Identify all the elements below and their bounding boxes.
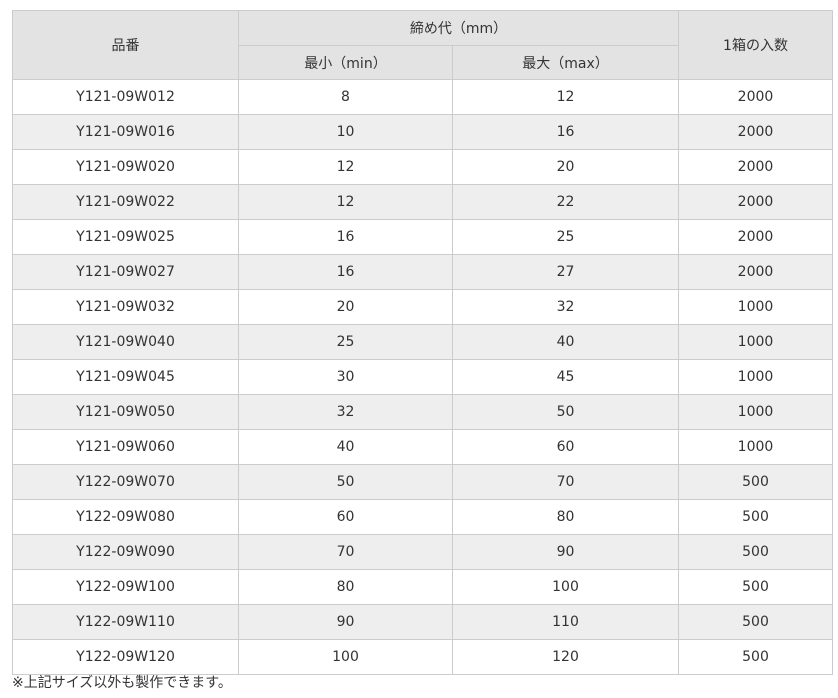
cell-min: 40 [238, 429, 453, 465]
cell-qty: 1000 [678, 359, 833, 395]
table-row: Y122-09W090 70 90 500 [12, 534, 833, 570]
cell-part-no: Y121-09W025 [12, 219, 239, 255]
cell-qty: 500 [678, 499, 833, 535]
table-row: Y121-09W022 12 22 2000 [12, 184, 833, 220]
table-row: Y121-09W040 25 40 1000 [12, 324, 833, 360]
cell-part-no: Y122-09W110 [12, 604, 239, 640]
table-row: Y122-09W100 80 100 500 [12, 569, 833, 605]
table-row: Y122-09W120 100 120 500 [12, 639, 833, 675]
header-max: 最大（max） [452, 45, 679, 80]
cell-part-no: Y122-09W090 [12, 534, 239, 570]
table-row: Y122-09W080 60 80 500 [12, 499, 833, 535]
cell-qty: 1000 [678, 429, 833, 465]
cell-min: 12 [238, 184, 453, 220]
cell-qty: 500 [678, 534, 833, 570]
cell-max: 20 [452, 149, 679, 185]
cell-part-no: Y122-09W100 [12, 569, 239, 605]
cell-min: 16 [238, 254, 453, 290]
table-row: Y121-09W045 30 45 1000 [12, 359, 833, 395]
cell-part-no: Y121-09W022 [12, 184, 239, 220]
table-row: Y122-09W110 90 110 500 [12, 604, 833, 640]
header-min: 最小（min） [238, 45, 453, 80]
cell-qty: 500 [678, 604, 833, 640]
cell-min: 30 [238, 359, 453, 395]
cell-part-no: Y121-09W016 [12, 114, 239, 150]
cell-max: 70 [452, 464, 679, 500]
cell-part-no: Y121-09W012 [12, 79, 239, 115]
cell-qty: 2000 [678, 254, 833, 290]
cell-max: 25 [452, 219, 679, 255]
cell-min: 8 [238, 79, 453, 115]
cell-min: 70 [238, 534, 453, 570]
cell-min: 90 [238, 604, 453, 640]
cell-min: 20 [238, 289, 453, 325]
cell-max: 40 [452, 324, 679, 360]
cell-min: 12 [238, 149, 453, 185]
table-row: Y121-09W020 12 20 2000 [12, 149, 833, 185]
cell-part-no: Y121-09W020 [12, 149, 239, 185]
table-header: 品番 締め代（mm） 1箱の入数 最小（min） 最大（max） [12, 10, 833, 80]
cell-max: 45 [452, 359, 679, 395]
cell-qty: 500 [678, 639, 833, 675]
cell-qty: 2000 [678, 79, 833, 115]
cell-min: 100 [238, 639, 453, 675]
cell-qty: 2000 [678, 149, 833, 185]
cell-min: 10 [238, 114, 453, 150]
header-part-no: 品番 [12, 10, 239, 80]
cell-part-no: Y121-09W045 [12, 359, 239, 395]
cell-qty: 1000 [678, 324, 833, 360]
table-row: Y121-09W027 16 27 2000 [12, 254, 833, 290]
cell-min: 50 [238, 464, 453, 500]
header-row-1: 品番 締め代（mm） 1箱の入数 [12, 10, 833, 80]
cell-qty: 1000 [678, 289, 833, 325]
cell-min: 16 [238, 219, 453, 255]
cell-part-no: Y121-09W032 [12, 289, 239, 325]
cell-max: 32 [452, 289, 679, 325]
cell-min: 80 [238, 569, 453, 605]
table-body: Y121-09W012 8 12 2000 Y121-09W016 10 16 2000 Y12… [12, 79, 833, 675]
cell-max: 50 [452, 394, 679, 430]
cell-qty: 500 [678, 464, 833, 500]
cell-part-no: Y121-09W027 [12, 254, 239, 290]
cell-part-no: Y121-09W050 [12, 394, 239, 430]
table-row: Y121-09W012 8 12 2000 [12, 79, 833, 115]
table-row: Y121-09W025 16 25 2000 [12, 219, 833, 255]
cell-part-no: Y121-09W060 [12, 429, 239, 465]
cell-max: 100 [452, 569, 679, 605]
cell-max: 110 [452, 604, 679, 640]
header-tightening-range: 締め代（mm） [238, 10, 679, 46]
table-row: Y121-09W032 20 32 1000 [12, 289, 833, 325]
table-row: Y121-09W060 40 60 1000 [12, 429, 833, 465]
cell-max: 12 [452, 79, 679, 115]
cell-max: 22 [452, 184, 679, 220]
table-row: Y122-09W070 50 70 500 [12, 464, 833, 500]
table-row: Y121-09W016 10 16 2000 [12, 114, 833, 150]
cell-max: 27 [452, 254, 679, 290]
cell-qty: 2000 [678, 114, 833, 150]
spec-table: 品番 締め代（mm） 1箱の入数 最小（min） 最大（max） Y121-09… [12, 10, 833, 675]
cell-qty: 2000 [678, 219, 833, 255]
cell-max: 120 [452, 639, 679, 675]
cell-part-no: Y121-09W040 [12, 324, 239, 360]
cell-part-no: Y122-09W080 [12, 499, 239, 535]
cell-max: 90 [452, 534, 679, 570]
cell-max: 60 [452, 429, 679, 465]
cell-max: 16 [452, 114, 679, 150]
cell-max: 80 [452, 499, 679, 535]
cell-min: 25 [238, 324, 453, 360]
footnote: ※上記サイズ以外も製作できます。 [12, 675, 232, 691]
table-row: Y121-09W050 32 50 1000 [12, 394, 833, 430]
header-qty-per-box: 1箱の入数 [678, 10, 833, 80]
cell-min: 60 [238, 499, 453, 535]
cell-min: 32 [238, 394, 453, 430]
cell-part-no: Y122-09W120 [12, 639, 239, 675]
cell-qty: 500 [678, 569, 833, 605]
cell-qty: 2000 [678, 184, 833, 220]
cell-qty: 1000 [678, 394, 833, 430]
cell-part-no: Y122-09W070 [12, 464, 239, 500]
